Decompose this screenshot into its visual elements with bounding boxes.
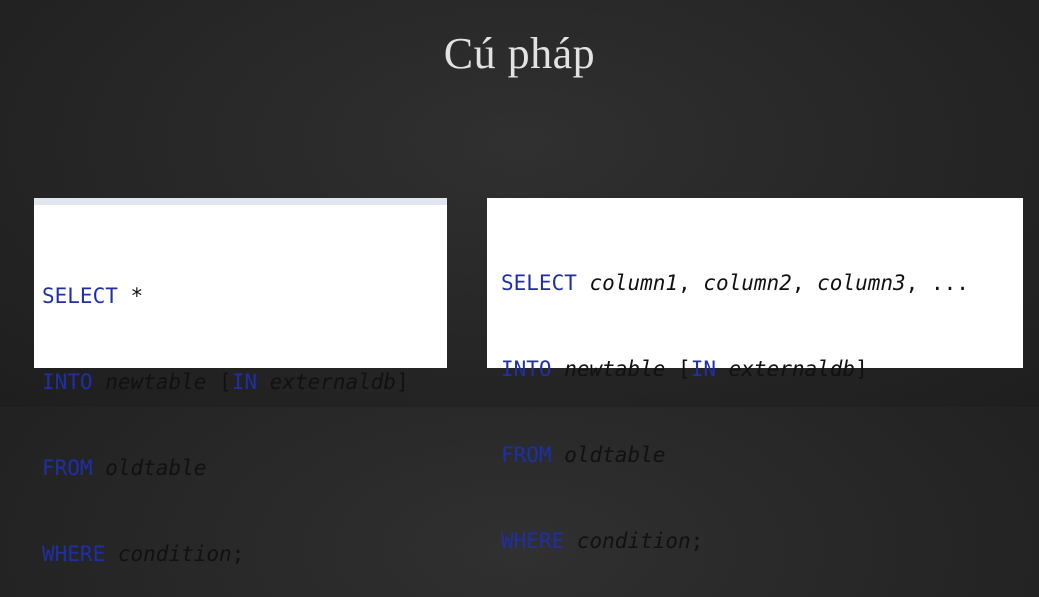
keyword-from: FROM [42,456,93,480]
code-line-into: INTO newtable [IN externaldb] [42,363,447,401]
code-line-from: FROM oldtable [501,436,1023,474]
keyword-in: IN [231,370,257,394]
identifier-externaldb: externaldb [269,370,397,394]
keyword-from: FROM [501,443,552,467]
keyword-into: INTO [501,357,552,381]
semicolon: ; [231,542,245,566]
semicolon: ; [690,529,704,553]
close-bracket: ] [855,357,868,381]
code-line-where: WHERE condition; [42,535,447,573]
identifier-column3: column3 [817,271,906,295]
identifier-newtable: newtable [564,357,666,381]
identifier-oldtable: oldtable [105,456,207,480]
identifier-condition: condition [117,542,232,566]
keyword-where: WHERE [501,529,565,553]
identifier-column1: column1 [589,271,679,295]
code-line-select: SELECT column1, column2, column3, ... [501,264,1023,302]
keyword-select: SELECT [501,271,577,295]
code-block-select-columns: SELECT column1, column2, column3, ... IN… [487,198,1023,553]
identifier-newtable: newtable [105,370,207,394]
identifier-column2: column2 [703,271,792,295]
identifier-externaldb: externaldb [728,357,856,381]
keyword-where: WHERE [42,542,106,566]
keyword-into: INTO [42,370,93,394]
identifier-oldtable: oldtable [564,443,666,467]
comma: , [678,271,704,295]
code-block-select-all: SELECT * INTO newtable [IN externaldb] F… [34,198,447,566]
close-bracket: ] [396,370,409,394]
ellipsis: , ... [905,271,969,295]
identifier-condition: condition [576,529,691,553]
comma: , [791,271,818,295]
open-bracket: [ [206,370,232,394]
open-bracket: [ [665,357,691,381]
code-line-into: INTO newtable [IN externaldb] [501,350,1023,388]
code-line-select: SELECT * [42,277,447,315]
code-line-from: FROM oldtable [42,449,447,487]
slide-title: Cú pháp [443,29,596,78]
select-star: * [130,284,144,308]
keyword-select: SELECT [42,284,118,308]
code-line-where: WHERE condition; [501,522,1023,560]
keyword-in: IN [690,357,716,381]
